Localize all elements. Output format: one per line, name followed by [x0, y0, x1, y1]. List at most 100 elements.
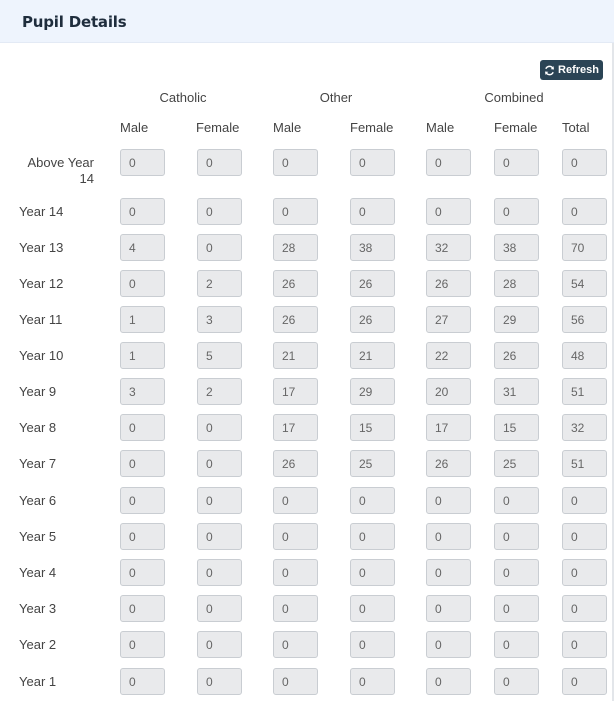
count-field[interactable]	[562, 523, 607, 550]
count-field[interactable]	[494, 523, 539, 550]
count-field[interactable]	[120, 342, 165, 369]
count-field[interactable]	[562, 198, 607, 225]
count-field[interactable]	[426, 198, 471, 225]
count-field[interactable]	[562, 149, 607, 176]
count-field[interactable]	[426, 414, 471, 441]
count-field[interactable]	[494, 559, 539, 586]
count-field[interactable]	[120, 668, 165, 695]
count-field[interactable]	[350, 631, 395, 658]
count-field[interactable]	[562, 270, 607, 297]
count-field[interactable]	[273, 378, 318, 405]
count-field[interactable]	[197, 450, 242, 477]
count-field[interactable]	[350, 149, 395, 176]
count-field[interactable]	[273, 414, 318, 441]
count-field[interactable]	[494, 487, 539, 514]
count-field[interactable]	[350, 668, 395, 695]
count-field[interactable]	[426, 487, 471, 514]
count-field[interactable]	[562, 595, 607, 622]
count-field[interactable]	[562, 378, 607, 405]
count-field[interactable]	[562, 342, 607, 369]
count-field[interactable]	[562, 450, 607, 477]
count-field[interactable]	[350, 450, 395, 477]
count-field[interactable]	[350, 198, 395, 225]
count-field[interactable]	[350, 342, 395, 369]
count-field[interactable]	[273, 595, 318, 622]
count-field[interactable]	[197, 270, 242, 297]
count-field[interactable]	[494, 668, 539, 695]
count-field[interactable]	[197, 631, 242, 658]
count-field[interactable]	[197, 523, 242, 550]
count-field[interactable]	[494, 378, 539, 405]
count-field[interactable]	[494, 234, 539, 261]
count-field[interactable]	[494, 342, 539, 369]
count-field[interactable]	[494, 270, 539, 297]
count-field[interactable]	[562, 306, 607, 333]
refresh-button[interactable]: Refresh	[540, 60, 603, 80]
count-field[interactable]	[120, 378, 165, 405]
count-field[interactable]	[426, 378, 471, 405]
count-field[interactable]	[494, 198, 539, 225]
count-field[interactable]	[273, 198, 318, 225]
count-field[interactable]	[120, 306, 165, 333]
count-field[interactable]	[273, 450, 318, 477]
count-field[interactable]	[197, 487, 242, 514]
count-field[interactable]	[426, 270, 471, 297]
count-field[interactable]	[350, 487, 395, 514]
count-field[interactable]	[350, 559, 395, 586]
count-field[interactable]	[273, 631, 318, 658]
count-field[interactable]	[197, 149, 242, 176]
count-field[interactable]	[426, 523, 471, 550]
count-field[interactable]	[197, 198, 242, 225]
count-field[interactable]	[197, 668, 242, 695]
count-field[interactable]	[426, 631, 471, 658]
count-field[interactable]	[426, 306, 471, 333]
count-field[interactable]	[273, 270, 318, 297]
count-field[interactable]	[350, 595, 395, 622]
count-field[interactable]	[562, 414, 607, 441]
count-field[interactable]	[273, 342, 318, 369]
count-field[interactable]	[494, 595, 539, 622]
count-field[interactable]	[197, 378, 242, 405]
count-field[interactable]	[120, 559, 165, 586]
count-field[interactable]	[197, 559, 242, 586]
count-field[interactable]	[350, 414, 395, 441]
count-field[interactable]	[120, 149, 165, 176]
count-field[interactable]	[494, 414, 539, 441]
count-field[interactable]	[426, 559, 471, 586]
count-field[interactable]	[197, 342, 242, 369]
count-field[interactable]	[426, 149, 471, 176]
count-field[interactable]	[197, 234, 242, 261]
count-field[interactable]	[273, 668, 318, 695]
count-field[interactable]	[562, 487, 607, 514]
count-field[interactable]	[350, 378, 395, 405]
count-field[interactable]	[120, 631, 165, 658]
count-field[interactable]	[426, 450, 471, 477]
count-field[interactable]	[273, 306, 318, 333]
count-field[interactable]	[426, 668, 471, 695]
count-field[interactable]	[273, 149, 318, 176]
count-field[interactable]	[562, 631, 607, 658]
count-field[interactable]	[273, 487, 318, 514]
count-field[interactable]	[494, 306, 539, 333]
count-field[interactable]	[350, 270, 395, 297]
count-field[interactable]	[494, 450, 539, 477]
count-field[interactable]	[426, 234, 471, 261]
count-field[interactable]	[426, 342, 471, 369]
count-field[interactable]	[350, 306, 395, 333]
count-field[interactable]	[562, 234, 607, 261]
count-field[interactable]	[197, 595, 242, 622]
count-field[interactable]	[350, 523, 395, 550]
count-field[interactable]	[562, 559, 607, 586]
count-field[interactable]	[120, 414, 165, 441]
count-field[interactable]	[120, 234, 165, 261]
count-field[interactable]	[562, 668, 607, 695]
count-field[interactable]	[120, 523, 165, 550]
count-field[interactable]	[426, 595, 471, 622]
count-field[interactable]	[273, 559, 318, 586]
count-field[interactable]	[350, 234, 395, 261]
count-field[interactable]	[494, 631, 539, 658]
count-field[interactable]	[197, 414, 242, 441]
count-field[interactable]	[494, 149, 539, 176]
count-field[interactable]	[120, 270, 165, 297]
count-field[interactable]	[120, 595, 165, 622]
